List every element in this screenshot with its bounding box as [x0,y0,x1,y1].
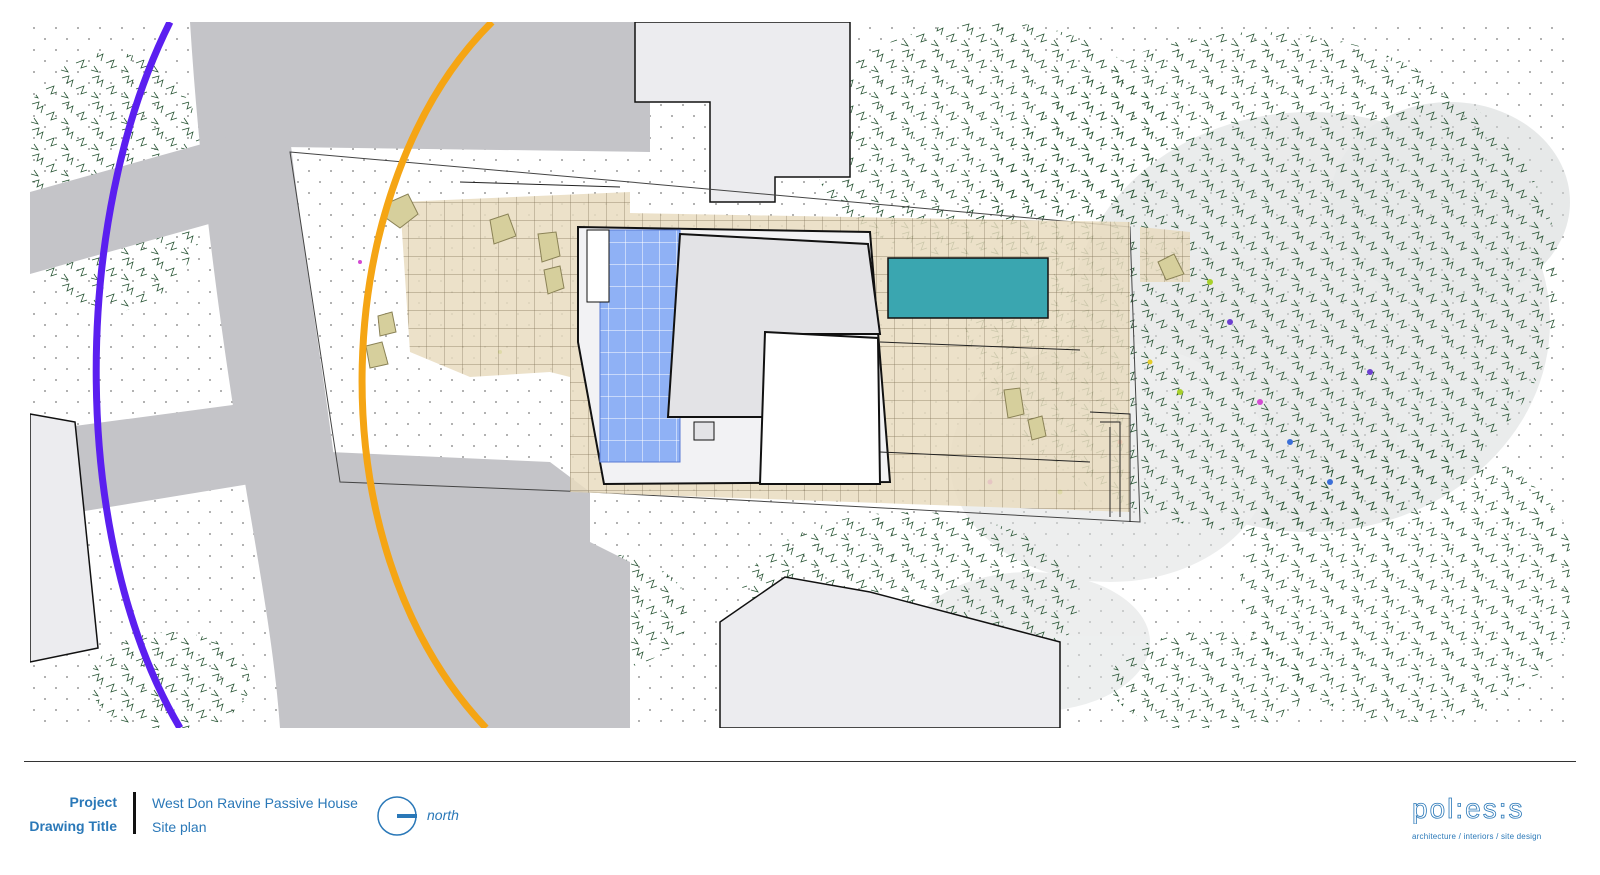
swimming-pool [887,257,1049,319]
paved-area-top [265,22,650,152]
north-arrow-icon [376,795,418,837]
north-label: north [427,807,459,823]
solar-panel-array [599,229,681,463]
company-logo: pol:es:s [1412,793,1548,825]
main-house [577,225,892,486]
drawing-title: Site plan [152,819,207,835]
chimney [693,421,715,441]
drawing-title-label: Drawing Title [29,818,117,834]
project-label: Project [69,794,117,810]
logo-wordmark: pol:es:s [1412,796,1525,824]
project-name: West Don Ravine Passive House [152,795,358,811]
entry-block [586,229,610,303]
logo-tagline: architecture / interiors / site design [1412,832,1542,841]
roof-lower [758,330,882,485]
title-block-divider [24,761,1576,762]
title-block-separator [133,792,136,834]
site-plan-drawing [30,22,1570,728]
site-plan-svg [30,22,1570,728]
